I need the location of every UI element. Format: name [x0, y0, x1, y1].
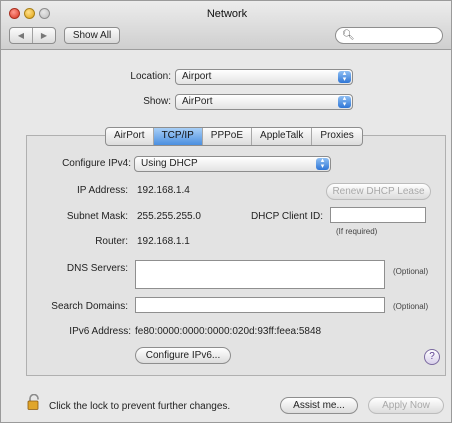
apply-now-button[interactable]: Apply Now — [368, 397, 444, 414]
show-label: Show: — [143, 96, 171, 107]
location-popup[interactable]: Airport ▴ ▾ — [175, 69, 353, 85]
lock-message: Click the lock to prevent further change… — [49, 401, 231, 412]
search-domains-label: Search Domains: — [51, 301, 128, 312]
search-field[interactable]: 🔍︎ — [335, 27, 443, 44]
dhcp-client-id-hint: (If required) — [336, 227, 378, 236]
network-preferences-window: Network ◀ ▶ Show All 🔍︎ Location: Airpor… — [0, 0, 452, 423]
dns-servers-input[interactable] — [135, 260, 385, 289]
lock-icon[interactable] — [27, 394, 41, 410]
tab-proxies[interactable]: Proxies — [312, 128, 361, 145]
location-label: Location: — [130, 71, 171, 82]
configure-ipv6-button[interactable]: Configure IPv6... — [135, 347, 231, 364]
ip-address-label: IP Address: — [77, 185, 128, 196]
back-forward-control: ◀ ▶ — [9, 27, 56, 44]
configure-ipv4-value: Using DHCP — [141, 158, 198, 169]
show-all-button[interactable]: Show All — [64, 27, 120, 44]
router-label: Router: — [95, 236, 128, 247]
help-button[interactable]: ? — [424, 349, 440, 365]
dhcp-client-id-input[interactable] — [330, 207, 426, 223]
configure-ipv4-popup[interactable]: Using DHCP ▴ ▾ — [134, 156, 331, 172]
renew-dhcp-lease-button[interactable]: Renew DHCP Lease — [326, 183, 431, 200]
assist-me-button[interactable]: Assist me... — [280, 397, 358, 414]
back-button[interactable]: ◀ — [10, 28, 33, 43]
tab-pppoe[interactable]: PPPoE — [203, 128, 253, 145]
popup-arrows-icon: ▴ ▾ — [338, 70, 351, 83]
dns-servers-label: DNS Servers: — [66, 263, 128, 274]
tab-tcpip[interactable]: TCP/IP — [153, 128, 203, 145]
ipv6-address-value: fe80:0000:0000:0000:020d:93ff:feea:5848 — [135, 326, 322, 337]
subnet-mask-value: 255.255.255.0 — [137, 211, 201, 222]
show-popup[interactable]: AirPort ▴ ▾ — [175, 94, 353, 110]
ip-address-value: 192.168.1.4 — [137, 185, 190, 196]
router-value: 192.168.1.1 — [137, 236, 190, 247]
popup-arrows-icon: ▴ ▾ — [316, 157, 329, 170]
title-bar: Network ◀ ▶ Show All 🔍︎ — [1, 1, 451, 50]
popup-arrows-icon: ▴ ▾ — [338, 95, 351, 108]
tab-bar: AirPort TCP/IP PPPoE AppleTalk Proxies — [105, 127, 363, 146]
search-domains-input[interactable] — [135, 297, 385, 313]
window-title: Network — [206, 8, 248, 20]
configure-ipv4-label: Configure IPv4: — [62, 158, 131, 169]
tab-appletalk[interactable]: AppleTalk — [252, 128, 313, 145]
ipv6-address-label: IPv6 Address: — [69, 326, 131, 337]
search-domains-optional: (Optional) — [393, 302, 429, 311]
show-value: AirPort — [182, 96, 213, 107]
location-value: Airport — [182, 71, 212, 82]
forward-button[interactable]: ▶ — [33, 28, 55, 43]
dhcp-client-id-label: DHCP Client ID: — [250, 211, 323, 222]
search-icon: 🔍︎ — [342, 30, 355, 41]
dns-servers-optional: (Optional) — [393, 267, 429, 276]
subnet-mask-label: Subnet Mask: — [66, 211, 128, 222]
tab-airport[interactable]: AirPort — [106, 128, 154, 145]
